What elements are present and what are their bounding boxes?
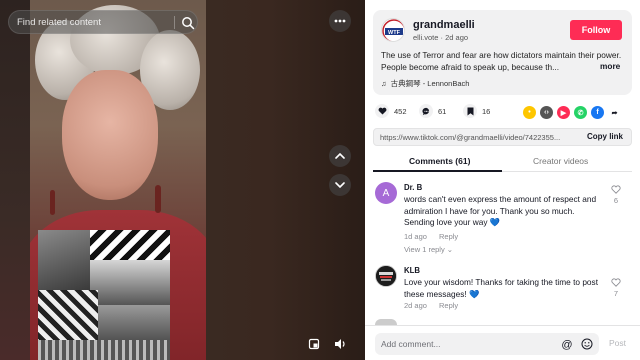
active-tab-indicator	[373, 170, 502, 172]
chevron-up-icon	[335, 153, 345, 159]
view-replies-button[interactable]: View 1 reply ⌄	[404, 245, 453, 254]
reply-button[interactable]: Reply	[439, 301, 458, 310]
face	[62, 70, 158, 200]
picture-in-picture-button[interactable]	[303, 333, 325, 355]
search-divider	[174, 16, 175, 29]
emoji-icon[interactable]	[581, 338, 593, 350]
comment-like-button[interactable]: 7	[610, 278, 622, 298]
reply-button[interactable]: Reply	[439, 232, 458, 241]
post-comment-button[interactable]: Post	[609, 338, 626, 348]
ellipsis-icon	[334, 19, 346, 23]
action-row: 452 61 16 • ‹› ▶ ✆ f ➦	[373, 104, 632, 122]
profile-picture-icon	[376, 266, 396, 286]
search-box[interactable]	[8, 10, 198, 34]
creator-handle-and-date: elli.vote · 2d ago	[413, 33, 469, 42]
comment-bubble-icon	[419, 104, 433, 118]
wtf-badge-icon: WTF	[382, 19, 404, 41]
comment-time: 1d ago	[404, 232, 427, 241]
comment-time: 2d ago	[404, 301, 427, 310]
next-video-button[interactable]	[329, 174, 351, 196]
heart-outline-icon	[611, 278, 621, 287]
svg-text:@: @	[561, 339, 572, 350]
commenter-name[interactable]: KLB	[404, 266, 420, 275]
link-row: https://www.tiktok.com/@grandmaelli/vide…	[373, 128, 632, 146]
comment-item: A Dr. B words can't even express the amo…	[375, 182, 630, 257]
comment-action[interactable]: 61	[419, 104, 446, 118]
comment-like-count: 7	[613, 289, 619, 298]
creator-username[interactable]: grandmaelli	[413, 19, 475, 31]
save-action[interactable]: 16	[463, 104, 490, 118]
picture-in-picture-icon	[308, 338, 320, 350]
comment-count: 61	[438, 106, 447, 116]
like-count: 452	[394, 106, 407, 116]
commenter-avatar[interactable]: A	[375, 182, 397, 204]
post-description-card: WTF grandmaelli elli.vote · 2d ago Follo…	[373, 10, 632, 95]
chevron-down-icon	[335, 182, 345, 188]
like-action[interactable]: 452	[375, 104, 407, 118]
paper-plane-icon[interactable]: ▶	[557, 106, 570, 119]
heart-icon	[375, 104, 389, 118]
commenter-name[interactable]: Dr. B	[404, 183, 422, 192]
whatsapp-icon[interactable]: ✆	[574, 106, 587, 119]
forward-icon[interactable]: ➦	[608, 106, 621, 119]
code-embed-icon[interactable]: ‹›	[540, 106, 553, 119]
comment-bar: @ Post	[365, 325, 640, 360]
save-count: 16	[482, 106, 491, 116]
video-player[interactable]	[0, 0, 365, 360]
photo-collage-image	[38, 230, 170, 360]
volume-button[interactable]	[329, 333, 351, 355]
creator-avatar[interactable]: WTF	[381, 18, 405, 42]
facebook-icon[interactable]: f	[591, 106, 604, 119]
tab-creator-videos[interactable]: Creator videos	[533, 156, 588, 166]
earring-left	[50, 190, 55, 215]
search-icon[interactable]	[181, 16, 195, 30]
post-caption: The use of Terror and fear are how dicta…	[381, 50, 622, 72]
speaker-icon	[334, 339, 345, 349]
svg-text:WTF: WTF	[388, 30, 401, 36]
video-link-text[interactable]: https://www.tiktok.com/@grandmaelli/vide…	[380, 133, 570, 142]
copy-link-button[interactable]: Copy link	[587, 132, 623, 141]
earring-right	[155, 185, 161, 213]
comment-like-button[interactable]: 6	[610, 185, 622, 205]
embed-share-icon[interactable]: •	[523, 106, 536, 119]
comment-item: KLB Love your wisdom! Thanks for taking …	[375, 265, 630, 315]
more-options-button[interactable]	[329, 10, 351, 32]
heart-outline-icon	[611, 185, 621, 194]
comment-box[interactable]: @	[375, 333, 599, 355]
video-frame	[30, 0, 206, 360]
previous-video-button[interactable]	[329, 145, 351, 167]
search-input[interactable]	[17, 11, 167, 33]
bookmark-icon	[463, 104, 477, 118]
follow-button[interactable]: Follow	[570, 20, 622, 40]
music-title[interactable]: 古典鋼琴 - LennonBach	[391, 78, 470, 89]
caption-more-link[interactable]: more	[597, 61, 621, 71]
comment-input[interactable]	[381, 333, 551, 355]
commenter-avatar[interactable]	[375, 265, 397, 287]
comment-text: Love your wisdom! Thanks for taking the …	[404, 277, 598, 299]
mention-icon[interactable]: @	[561, 338, 573, 350]
comment-like-count: 6	[613, 196, 619, 205]
tab-bar: Comments (61) Creator videos	[373, 152, 632, 172]
tab-comments[interactable]: Comments (61)	[409, 156, 470, 166]
details-panel: WTF grandmaelli elli.vote · 2d ago Follo…	[365, 0, 640, 360]
comment-text: words can't even express the amount of r…	[404, 194, 597, 227]
music-note-icon: ♫	[381, 79, 387, 88]
music-row[interactable]: ♫ 古典鋼琴 - LennonBach	[381, 78, 469, 89]
